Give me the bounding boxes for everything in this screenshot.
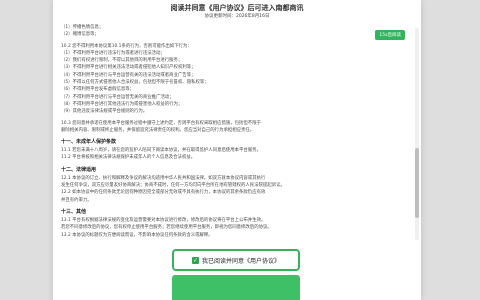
update-date: 协议更新时间：2026年8月16日 [204,14,270,19]
agreement-line: （8）不得利用平台进行其他违法行为或侵害他人权益的行为； [61,101,183,107]
agreement-line: （5）不得以任何方式侵害他人合法权益，包括但不限于名誉权、隐私权等； [61,80,209,86]
agreement-line: 13.2 本协议的标题仅为方便阅读而设，不影响本协议任何条款的含义或解释。 [61,232,213,238]
agreement-line: 发生任何争议，双方应尽量友好协商解决；协商不成时，任何一方均可向平台所在地有管辖… [61,183,285,189]
agreement-line: （3）不得利用平台进行相关违法活动或者侵犯他人知识产权权利等； [61,65,196,71]
agreement-line: 11.1 若您未满十八周岁，请在您的监护人陪同下阅读本协议，并在取得监护人同意后… [61,148,261,154]
agreement-text[interactable]: （1）传播色情信息； （2）赌博信息等； 10.2 您不得利用本协议第10.1条… [53,24,411,242]
agreement-line: 并且有约束力。 [61,197,92,203]
read-countdown-badge: 15s后阅读 [375,30,405,40]
agreement-line: （4）不得利用平台进行与平台运营有关的违法活动或者商业广告等； [61,72,196,78]
agreement-line: 11.2 平台将按照相关法律法规保护未成年人的个人信息及合法权益。 [61,155,196,161]
section-title: 十三、其他 [61,208,87,215]
dialog-footer: ✓ 我已阅读并同意《用户协议》 [53,242,421,300]
agreement-line: （2）我们有权进行限制，不得以其他目的利用平台进行服务； [61,58,183,64]
agreement-line: 若您不同意修改后的协议，您有权停止使用平台服务；若您继续使用平台服务，即视为您同… [61,225,272,231]
agreement-line: （1）传播色情信息； [61,25,104,30]
agreement-line: 12.2 如本协议中的任何条款无论因何种原因完全或部分无效或不具有执行力，本协议… [61,190,266,196]
section-title: 十二、法律适用 [61,166,97,173]
agreement-line: （9）其他违反法律法规或平台规则的行为。 [61,109,148,115]
agreement-line: 10.2 您不得利用本协议第10.1条的行为，否则可能作出如下行为： [61,43,192,49]
scrollbar[interactable] [415,28,419,240]
agreement-line: 10.3 您同意并承诺在使用本平台服务过程中遵守上述约定，否则平台有权采取相应措… [61,120,261,126]
scroll-thumb[interactable] [415,148,419,218]
agreement-dialog: 阅读并同意《用户协议》后可进入南都商讯 协议更新时间：2026年8月16日 （1… [53,0,421,300]
agree-label: 我已阅读并同意《用户协议》 [201,257,280,265]
confirm-button[interactable] [172,275,300,300]
dialog-title: 阅读并同意《用户协议》后可进入南都商讯 [170,4,304,12]
checkmark-icon[interactable]: ✓ [191,256,199,264]
agree-checkbox-row[interactable]: ✓ 我已阅读并同意《用户协议》 [172,249,300,271]
section-title: 十一、未成年人保护条款 [61,139,117,146]
agreement-line: （7）不得利用平台进行与平台运营无关的商业推广活动； [61,94,174,100]
agreement-line: （6）不得利用平台发布虚假信息等； [61,87,135,93]
agreement-line: 13.1 平台有权根据法律法规的变化及运营需要对本协议进行修改，修改后的协议将在… [61,217,266,223]
agreement-line: （1）不得利用平台进行违法行为或者进行违法活动； [61,50,165,56]
agreement-line: 12.1 本协议的订立、执行和解释及争议的解决均适用中华人民共和国法律。如双方就… [61,175,266,181]
agreement-line: （2）赌博信息等； [61,32,99,38]
agreement-line: 删除相关内容、限制或终止服务，并保留追究法律责任的权利。您应当对自己的行为承担相… [61,127,255,133]
